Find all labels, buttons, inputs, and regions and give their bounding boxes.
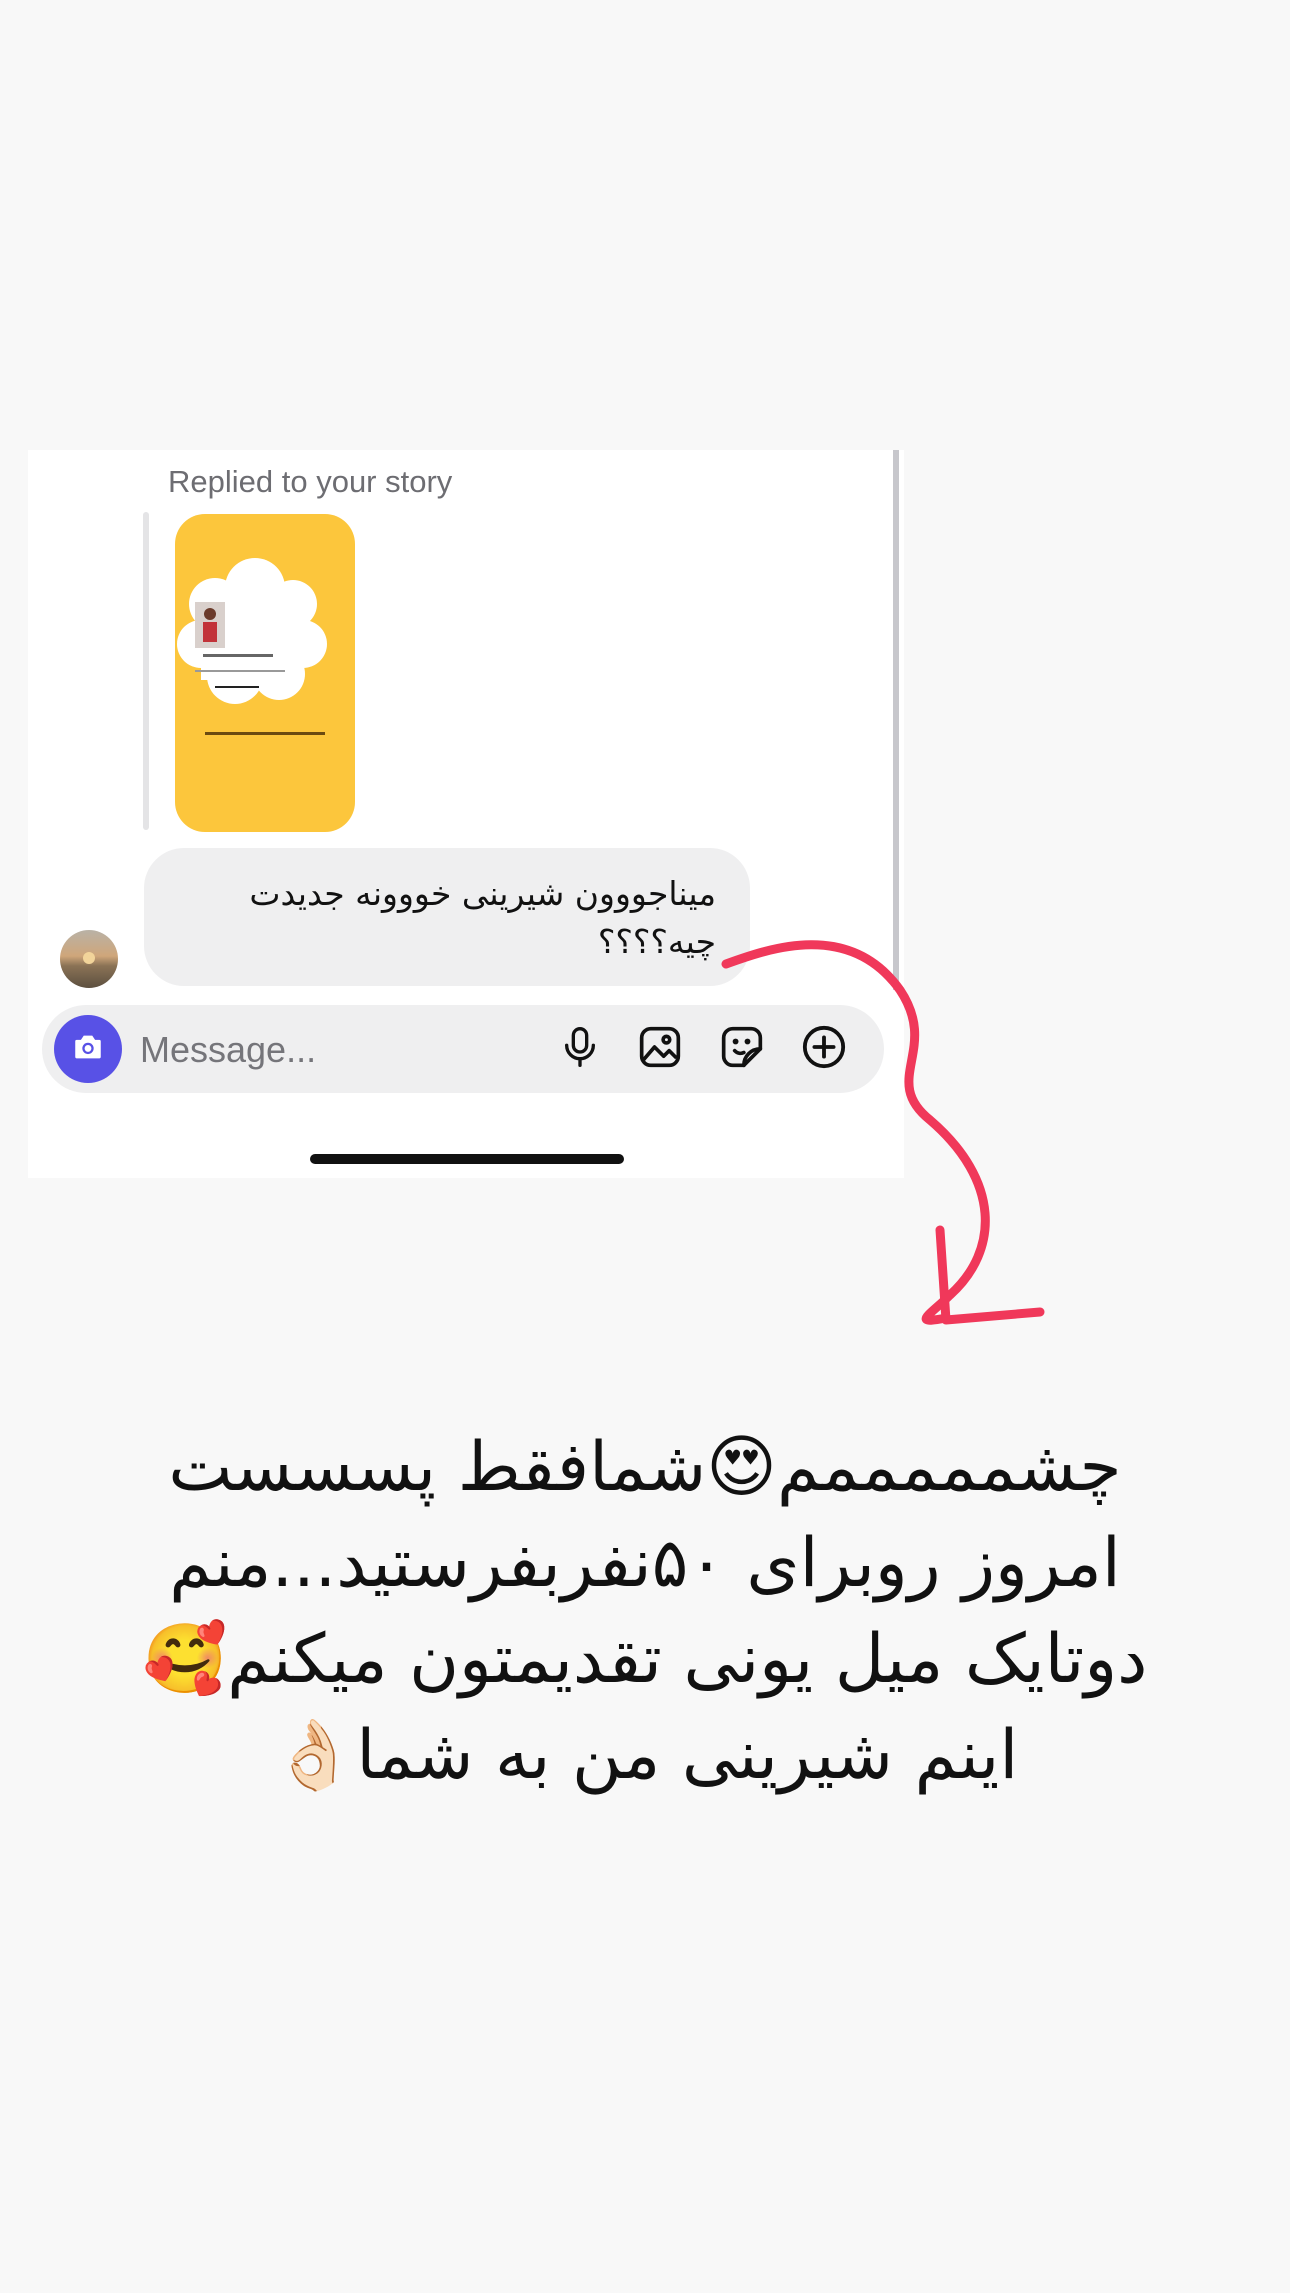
caption-line: امروز روبرای ۵۰نفربفرستید...منم: [169, 1524, 1121, 1603]
microphone-button[interactable]: [556, 1025, 604, 1073]
message-input[interactable]: [138, 1023, 522, 1077]
arrow-head: [935, 1225, 1045, 1325]
caption-text: چشمممممم😍شمافقط پسسست امروز روبرای ۵۰نفر…: [80, 1420, 1210, 1804]
caption-line: اینم شیرینی من به شما👌🏻: [271, 1716, 1019, 1795]
camera-button[interactable]: [54, 1015, 122, 1083]
caption-line: دوتایک میل یونی تقدیمتون میکنم🥰: [142, 1620, 1148, 1699]
curved-arrow-annotation: [721, 940, 1045, 1325]
reply-caption: Replied to your story: [168, 464, 453, 499]
microphone-icon: [560, 1025, 600, 1073]
avatar-sun: [83, 952, 95, 964]
caption-line: چشمممممم😍شمافقط پسسست: [168, 1428, 1122, 1507]
message-bubble[interactable]: میناجووون شیرینی خووونه جدیدت چیه؟؟؟؟: [144, 848, 750, 986]
home-indicator[interactable]: [310, 1154, 624, 1164]
avatar[interactable]: [60, 930, 118, 988]
reply-quote-bar: [143, 512, 149, 830]
scroll-indicator[interactable]: [893, 450, 899, 990]
gallery-button[interactable]: [636, 1025, 684, 1073]
camera-icon: [71, 1030, 105, 1068]
message-text: میناجووون شیرینی خووونه جدیدت چیه؟؟؟؟: [249, 874, 716, 961]
gallery-icon: [638, 1025, 682, 1073]
story-thumbnail[interactable]: [175, 514, 355, 832]
